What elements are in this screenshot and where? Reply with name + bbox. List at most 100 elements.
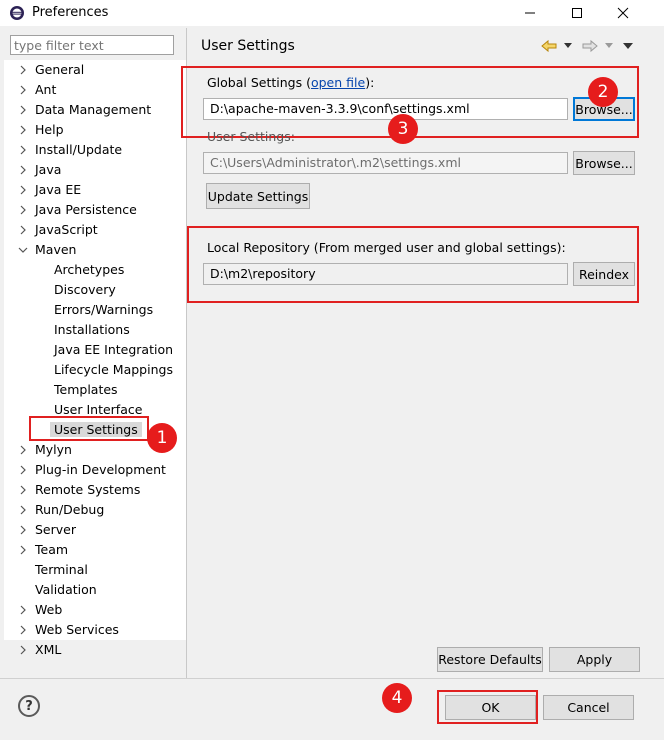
tree-item-label: JavaScript [35,222,98,237]
chevron-right-icon[interactable] [17,524,29,536]
tree-item[interactable]: Web [20,600,63,620]
chevron-right-icon[interactable] [17,504,29,516]
minimize-icon [525,12,535,14]
update-settings-button[interactable]: Update Settings [206,183,310,209]
chevron-right-icon[interactable] [17,624,29,636]
tree-item-label: User Interface [54,402,143,417]
tree-item[interactable]: Maven [18,240,76,260]
chevron-down-icon[interactable] [17,244,29,256]
tree-item[interactable]: Lifecycle Mappings [54,360,173,380]
tree-item-label: XML [35,642,62,657]
tree-item-label: Java Persistence [35,202,137,217]
user-settings-field[interactable]: C:\Users\Administrator\.m2\settings.xml [203,152,568,174]
back-arrow-icon[interactable] [541,39,557,53]
view-menu-icon[interactable] [623,43,633,50]
footer-separator [0,678,664,679]
tree-item-label: Templates [54,382,118,397]
chevron-right-icon[interactable] [17,144,29,156]
back-dropdown-icon[interactable] [564,43,572,49]
tree-item-label: Web Services [35,622,119,637]
tree-item-label: Java [35,162,62,177]
tree-item-label: Installations [54,322,130,337]
eclipse-app-icon [10,6,24,20]
chevron-right-icon[interactable] [17,224,29,236]
tree-item-label: Remote Systems [35,482,141,497]
tree-item[interactable]: Validation [35,580,97,600]
local-repository-field: D:\m2\repository [203,263,568,285]
restore-defaults-button[interactable]: Restore Defaults [437,647,543,672]
annotation-badge-1: 1 [147,423,177,453]
page-title: User Settings [201,38,295,54]
chevron-right-icon[interactable] [17,84,29,96]
close-icon [617,7,629,19]
tree-item-label: Java EE [35,182,82,197]
chevron-right-icon[interactable] [17,64,29,76]
tree-item-label: Terminal [35,562,88,577]
chevron-right-icon[interactable] [17,544,29,556]
tree-item[interactable]: Errors/Warnings [54,300,153,320]
chevron-right-icon[interactable] [17,484,29,496]
chevron-right-icon[interactable] [17,644,29,656]
chevron-right-icon[interactable] [17,164,29,176]
tree-item[interactable]: General [20,60,84,80]
forward-dropdown-icon[interactable] [605,43,613,49]
tree-item[interactable]: Installations [54,320,130,340]
tree-item-label: Archetypes [54,262,125,277]
tree-item-label: Discovery [54,282,116,297]
apply-button[interactable]: Apply [549,647,640,672]
tree-item[interactable]: Java EE [20,180,82,200]
reindex-button[interactable]: Reindex [573,262,635,286]
chevron-right-icon[interactable] [17,444,29,456]
tree-item[interactable]: Java [20,160,62,180]
chevron-right-icon[interactable] [17,104,29,116]
tree-item-label: Run/Debug [35,502,105,517]
annotation-badge-4: 4 [382,683,412,713]
annotation-box-1 [29,416,149,441]
tree-item-label: Errors/Warnings [54,302,154,317]
tree-item[interactable]: Run/Debug [20,500,105,520]
forward-arrow-icon[interactable] [582,39,598,53]
tree-item[interactable]: Web Services [20,620,119,640]
preference-tree: General Ant Data Management Help Install/Upd… [4,60,186,657]
user-browse-button[interactable]: Browse... [573,151,635,175]
tree-item-label: Mylyn [35,442,72,457]
tree-item-label: Help [35,122,64,137]
minimize-button[interactable] [508,0,552,26]
tree-item[interactable]: Help [20,120,64,140]
filter-input[interactable] [10,35,174,55]
tree-item[interactable]: Java EE Integration [54,340,173,360]
tree-item[interactable]: Team [20,540,69,560]
tree-item[interactable]: Install/Update [20,140,122,160]
annotation-badge-2: 2 [588,77,618,107]
chevron-right-icon[interactable] [17,184,29,196]
annotation-badge-3: 3 [388,114,418,144]
tree-item-label: Plug-in Development [35,462,166,477]
tree-item[interactable]: Templates [54,380,118,400]
tree-item[interactable]: Server [20,520,76,540]
tree-item-label: Server [35,522,76,537]
tree-item[interactable]: Terminal [35,560,88,580]
maximize-button[interactable] [555,0,599,26]
cancel-button[interactable]: Cancel [543,695,634,720]
tree-item[interactable]: Java Persistence [20,200,137,220]
tree-item[interactable]: Remote Systems [20,480,141,500]
chevron-right-icon[interactable] [17,604,29,616]
chevron-right-icon[interactable] [17,204,29,216]
help-icon[interactable]: ? [18,695,40,717]
local-repository-label: Local Repository (From merged user and g… [207,240,566,255]
close-button[interactable] [601,0,645,26]
tree-item[interactable]: Data Management [20,100,151,120]
tree-item[interactable]: Discovery [54,280,116,300]
chevron-right-icon[interactable] [17,464,29,476]
chevron-right-icon[interactable] [17,124,29,136]
tree-item-label: Validation [35,582,97,597]
tree-item-label: Web [35,602,63,617]
tree-item[interactable]: Archetypes [54,260,124,280]
tree-item[interactable]: JavaScript [20,220,98,240]
annotation-box-4 [437,690,538,724]
tree-item[interactable]: Ant [20,80,56,100]
tree-item[interactable]: Plug-in Development [20,460,166,480]
tree-item[interactable]: Mylyn [20,440,72,460]
tree-item-label: Team [35,542,69,557]
tree-item[interactable]: XML [20,640,62,660]
